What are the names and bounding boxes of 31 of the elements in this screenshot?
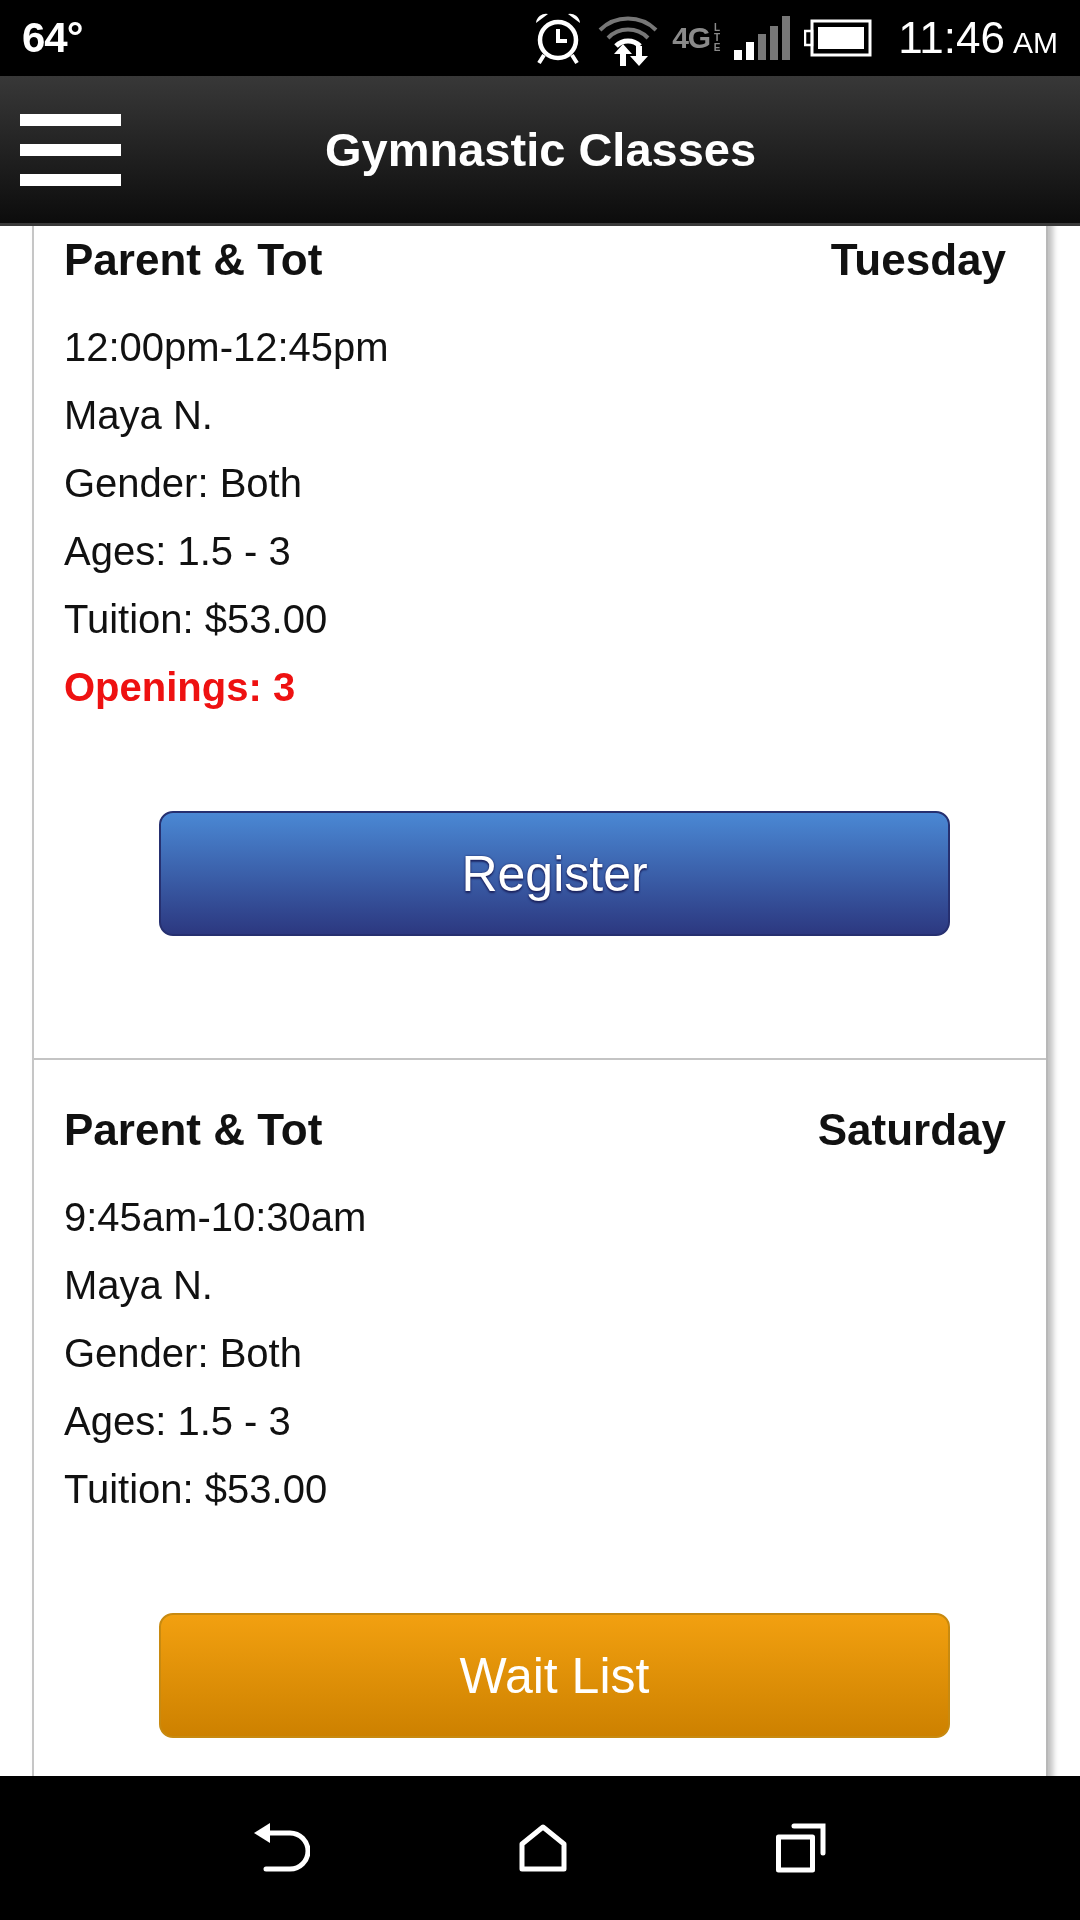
home-icon (519, 1824, 567, 1872)
temperature-text: 64° (22, 14, 83, 62)
openings-text: Openings: 3 (64, 664, 297, 711)
ages-text: Ages: 1.5 - 3 (64, 528, 292, 575)
gender-text: Gender: Both (64, 1330, 303, 1377)
battery-icon (804, 19, 873, 57)
recent-apps-button[interactable] (775, 1823, 826, 1873)
class-name: Parent & Tot (64, 235, 323, 285)
page-title: Gymnastic Classes (325, 122, 757, 177)
tuition-text: Tuition: $53.00 (64, 1466, 329, 1513)
network-type-label: 4G (672, 21, 711, 55)
home-button[interactable] (519, 1824, 567, 1872)
lte-label: LTE (712, 23, 722, 53)
back-icon (254, 1823, 311, 1873)
recent-apps-icon (775, 1823, 826, 1873)
signal-bars-icon (734, 16, 793, 60)
class-name: Parent & Tot (64, 1105, 323, 1155)
menu-button[interactable] (20, 113, 121, 186)
class-day: Saturday (817, 1105, 1006, 1155)
class-day: Tuesday (830, 235, 1006, 285)
gender-text: Gender: Both (64, 460, 303, 507)
back-button[interactable] (254, 1823, 311, 1873)
class-time: 9:45am-10:30am (64, 1194, 368, 1241)
clock-time: 11:46 AM (898, 13, 1058, 63)
instructor-name: Maya N. (64, 1262, 214, 1309)
menu-icon (20, 113, 121, 186)
class-time: 12:00pm-12:45pm (64, 324, 390, 371)
ages-text: Ages: 1.5 - 3 (64, 1398, 292, 1445)
instructor-name: Maya N. (64, 392, 214, 439)
tuition-text: Tuition: $53.00 (64, 596, 329, 643)
register-button[interactable]: Register (159, 811, 950, 936)
